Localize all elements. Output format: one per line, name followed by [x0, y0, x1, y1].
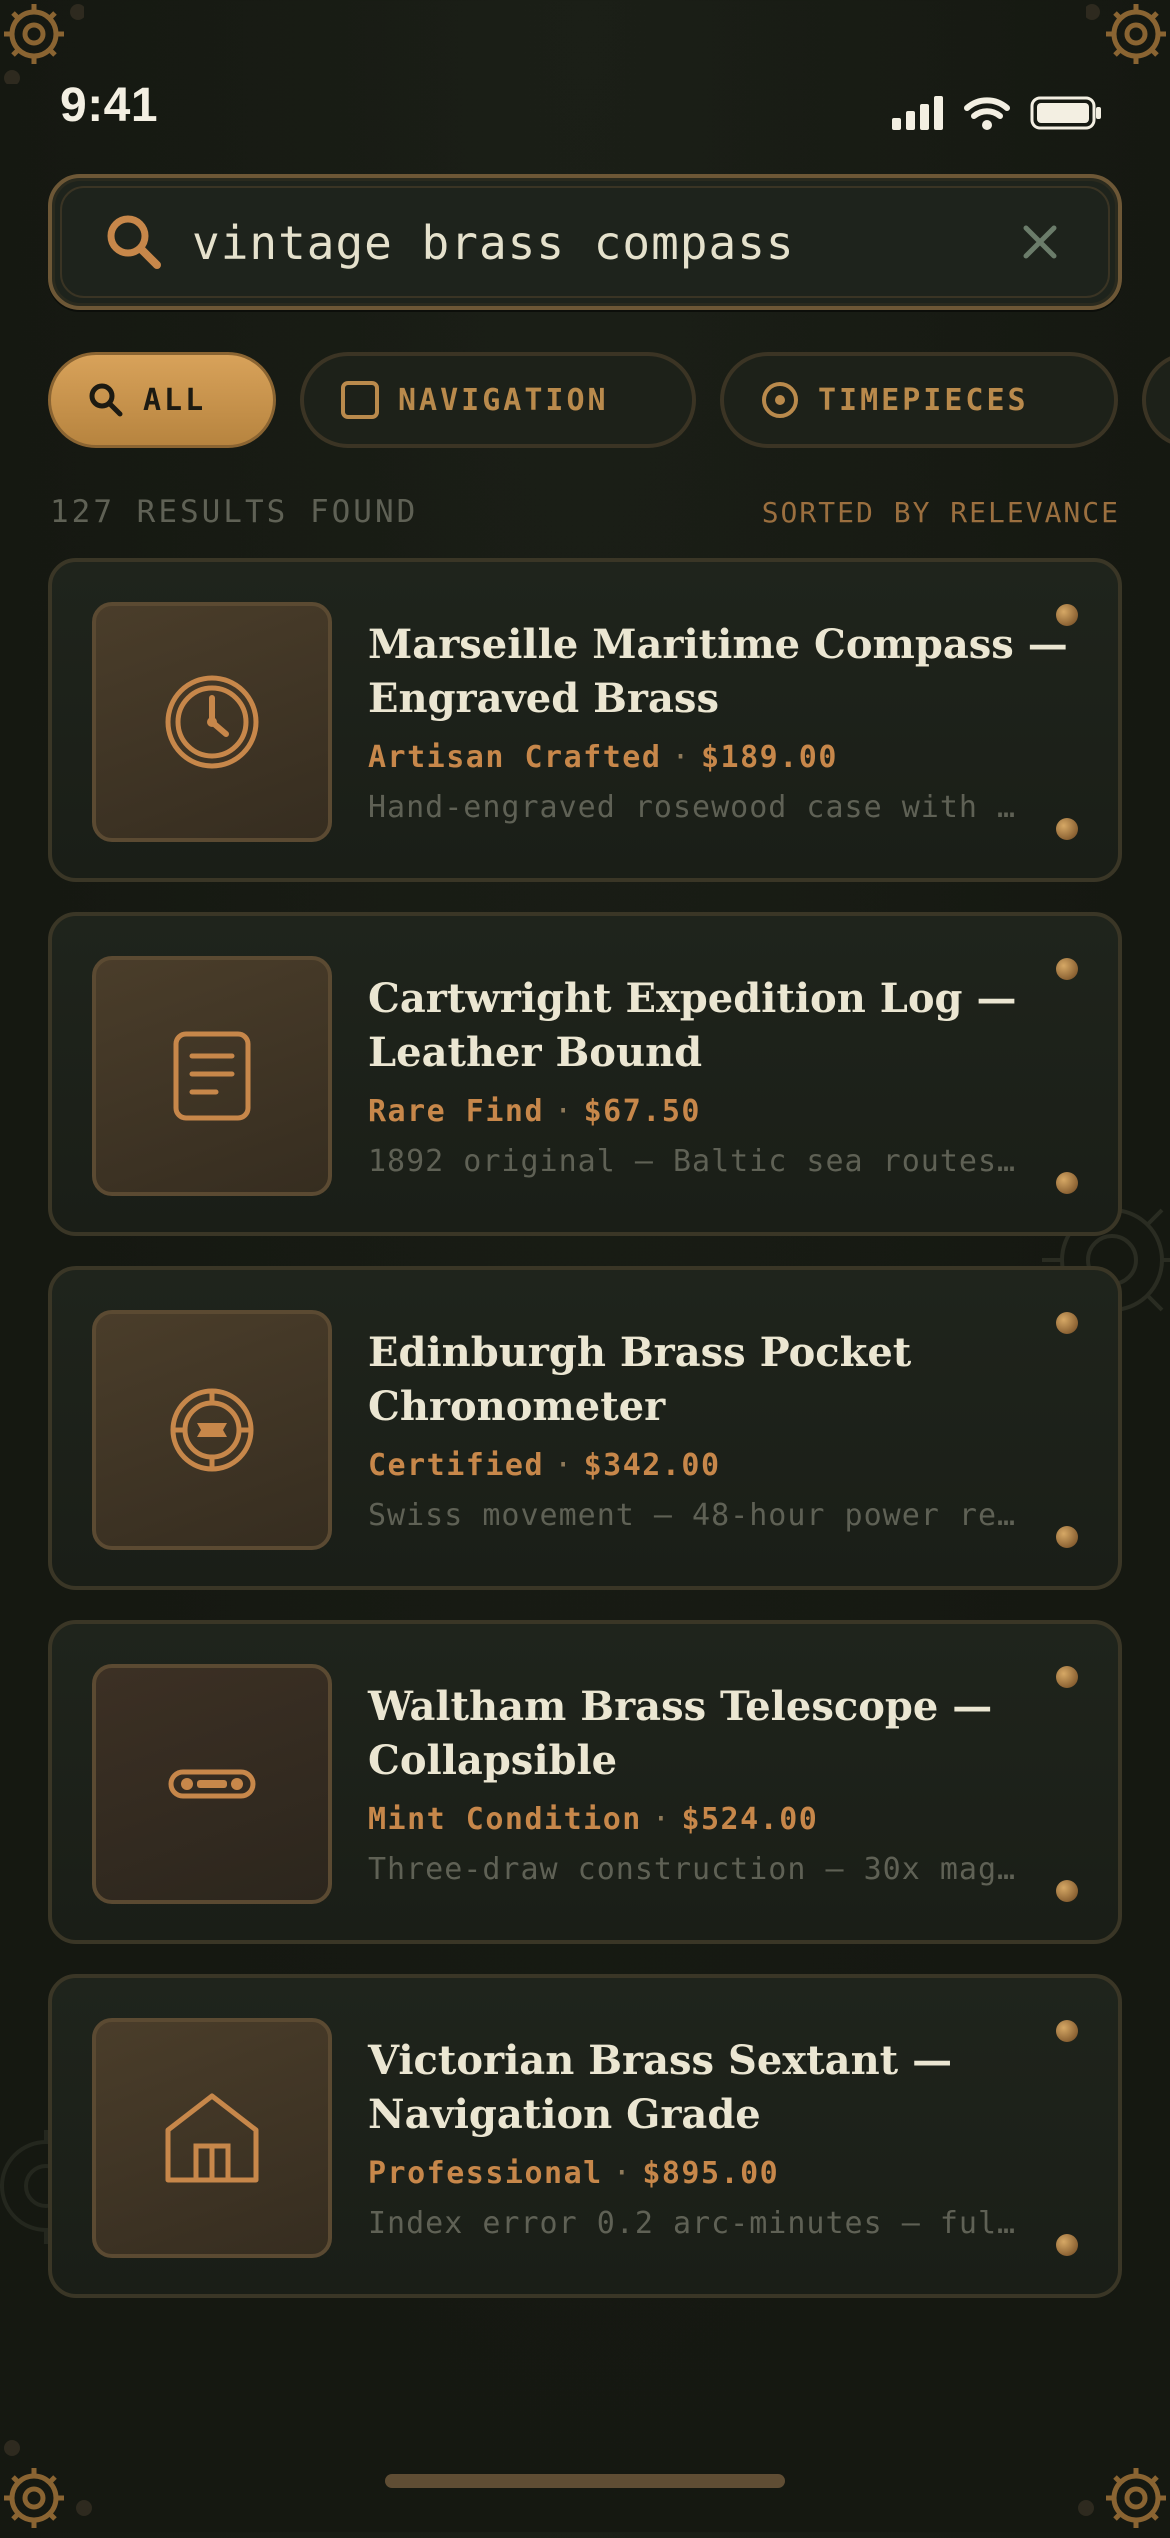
product-thumbnail [92, 1664, 332, 1904]
rivet-decoration [1056, 604, 1078, 626]
product-meta: Certified · $342.00 [368, 1448, 721, 1483]
product-card[interactable]: Cartwright Expedition Log — Leather Boun… [48, 912, 1122, 1236]
product-price: $524.00 [681, 1802, 819, 1837]
filter-chip-all[interactable]: ALL [48, 352, 276, 448]
telescope-icon [168, 1769, 256, 1799]
house-icon [165, 2093, 259, 2183]
rivet-decoration [1056, 818, 1078, 840]
corner-gear-icon [1078, 2468, 1166, 2528]
filter-chip-navigation[interactable]: NAVIGATION [300, 352, 696, 448]
product-price: $189.00 [701, 740, 838, 775]
filter-chip-label: ALL [143, 382, 207, 418]
filter-chip-more[interactable] [1142, 352, 1170, 448]
battery-icon [1030, 96, 1101, 130]
product-card[interactable]: Marseille Maritime Compass — Engraved Br… [48, 558, 1122, 882]
rivet-decoration [1056, 2234, 1078, 2256]
filter-chip-label: TIMEPIECES [818, 382, 1029, 418]
product-title: Marseille Maritime Compass — Engraved Br… [368, 621, 1068, 722]
product-title: Waltham Brass Telescope — Collapsible [368, 1683, 993, 1784]
product-price: $67.50 [583, 1094, 701, 1129]
rivet-decoration [1056, 1666, 1078, 1688]
product-meta: Mint Condition · $524.00 [368, 1802, 819, 1837]
product-meta: Professional · $895.00 [368, 2156, 780, 2191]
product-description: Hand-engraved rosewood case with … [368, 790, 1017, 825]
rivet-decoration [1056, 1172, 1078, 1194]
product-card[interactable]: Edinburgh Brass Pocket Chronometer Certi… [48, 1266, 1122, 1590]
product-description: Index error 0.2 arc-minutes — ful… [368, 2206, 1017, 2241]
product-thumbnail [92, 2018, 332, 2258]
rivet-decoration [1056, 958, 1078, 980]
signal-icon [892, 96, 943, 130]
product-tag: Rare Find [368, 1094, 545, 1129]
document-icon [173, 1031, 251, 1121]
close-icon[interactable] [1020, 222, 1060, 262]
product-card[interactable]: Victorian Brass Sextant — Navigation Gra… [48, 1974, 1122, 2298]
filter-chip-timepieces[interactable]: TIMEPIECES [720, 352, 1118, 448]
product-tag: Professional [368, 2156, 603, 2191]
product-price: $342.00 [583, 1448, 721, 1483]
filter-chip-label: NAVIGATION [398, 382, 609, 418]
product-title: Edinburgh Brass Pocket Chronometer [368, 1329, 912, 1430]
product-thumbnail [92, 1310, 332, 1550]
status-bar: 9:41 [0, 0, 1170, 160]
product-title: Cartwright Expedition Log — Leather Boun… [368, 975, 1017, 1076]
square-icon [341, 381, 379, 419]
product-thumbnail [92, 956, 332, 1196]
rivet-decoration [1056, 2020, 1078, 2042]
product-meta: Rare Find · $67.50 [368, 1094, 701, 1129]
search-bar[interactable]: vintage brass compass [48, 174, 1122, 310]
search-input[interactable]: vintage brass compass [192, 216, 795, 270]
status-icons [892, 96, 1102, 130]
product-tag: Certified [368, 1448, 545, 1483]
product-description: 1892 original — Baltic sea routes… [368, 1144, 1017, 1179]
sort-selector[interactable]: SORTED BY RELEVANCE [762, 496, 1120, 529]
corner-gear-icon [4, 2440, 92, 2528]
product-card[interactable]: Waltham Brass Telescope — Collapsible Mi… [48, 1620, 1122, 1944]
search-icon [89, 383, 123, 417]
product-thumbnail [92, 602, 332, 842]
rivet-decoration [1056, 1880, 1078, 1902]
product-description: Swiss movement — 48-hour power re… [368, 1498, 1017, 1533]
product-meta: Artisan Crafted · $189.00 [368, 740, 838, 775]
target-icon [762, 382, 798, 418]
filter-chips: ALL NAVIGATION TIMEPIECES [48, 352, 1170, 452]
product-description: Three-draw construction — 30x mag… [368, 1852, 1017, 1887]
wifi-icon [964, 97, 1010, 130]
search-icon [107, 215, 161, 269]
results-count: 127 RESULTS FOUND [50, 494, 419, 530]
product-tag: Artisan Crafted [368, 740, 662, 775]
clock-icon [165, 675, 259, 769]
chronometer-icon [170, 1388, 254, 1472]
rivet-decoration [1056, 1312, 1078, 1334]
product-title: Victorian Brass Sextant — Navigation Gra… [368, 2037, 953, 2138]
home-indicator[interactable] [385, 2474, 785, 2488]
product-price: $895.00 [642, 2156, 780, 2191]
rivet-decoration [1056, 1526, 1078, 1548]
status-time: 9:41 [60, 79, 159, 132]
product-tag: Mint Condition [368, 1802, 642, 1837]
